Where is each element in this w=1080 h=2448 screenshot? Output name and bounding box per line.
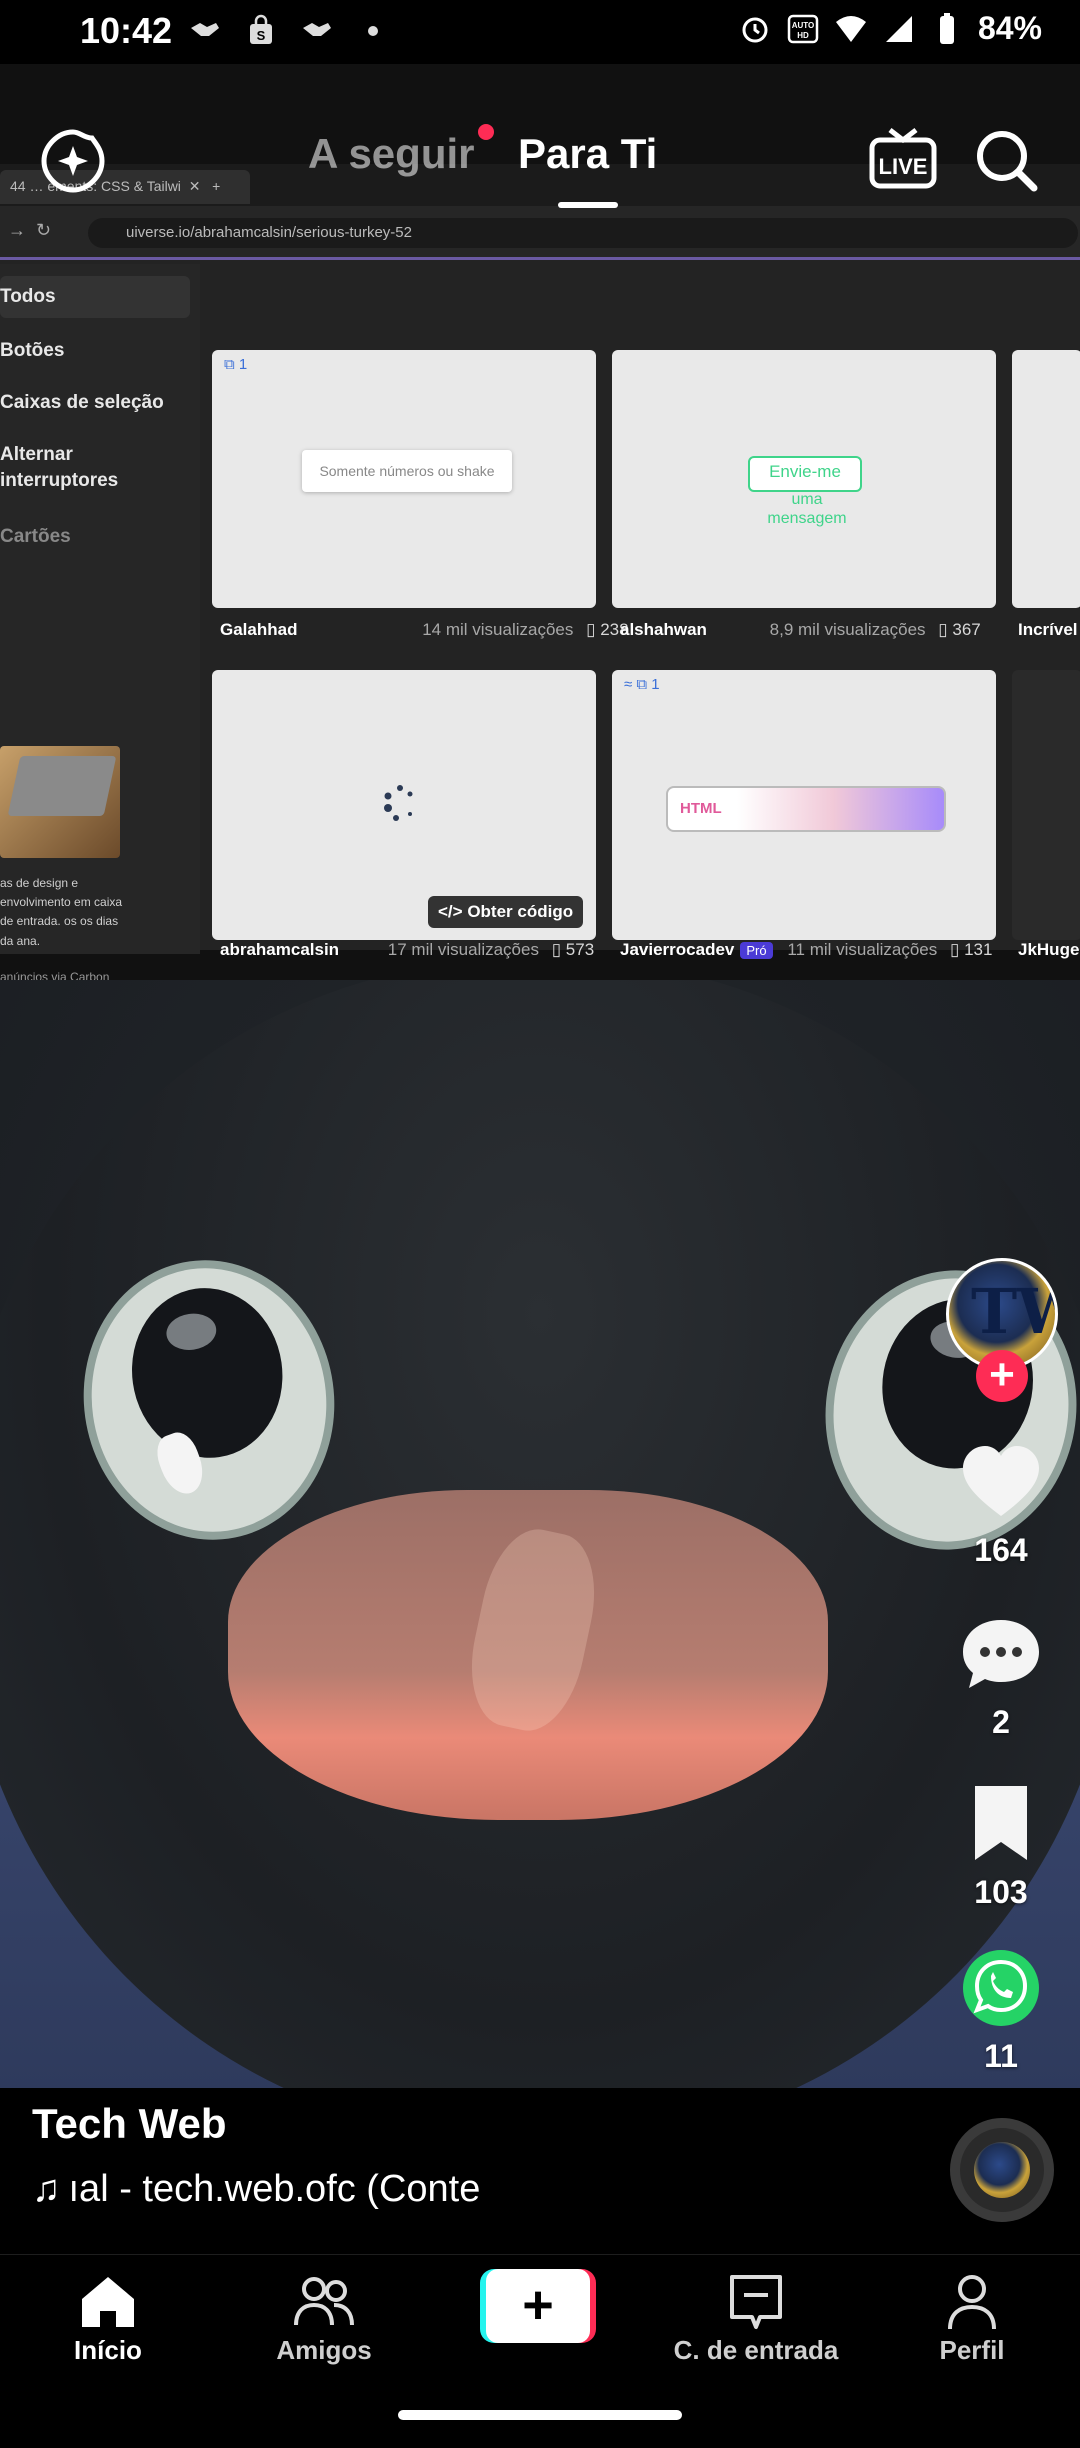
- demo-send-button: Envie-me: [748, 456, 862, 492]
- demo-send-subtext: uma mensagem: [767, 491, 847, 528]
- system-status: AUTO HD 84%: [738, 10, 1042, 47]
- following-notification-dot: [478, 124, 494, 140]
- wifi-icon: [835, 15, 866, 42]
- inbox-icon: [730, 2275, 782, 2329]
- tab-indicator: [558, 202, 618, 208]
- status-time: 10:42: [80, 10, 173, 51]
- browser-address-bar: → ↻ uiverse.io/abrahamcalsin/serious-tur…: [0, 206, 1080, 260]
- video-frame-penguin: [0, 980, 1080, 2088]
- home-icon: [82, 2277, 134, 2327]
- sidebar-item: Cartões: [0, 526, 71, 547]
- demo-input: Somente números ou shake: [302, 450, 512, 492]
- card-meta: Javierrocadev Pró 11 mil visualizações ▯ …: [620, 940, 993, 959]
- comment-button[interactable]: 2: [940, 1610, 1062, 1741]
- creator-username[interactable]: Tech Web: [32, 2100, 226, 2148]
- get-code-button[interactable]: </> Obter código: [428, 896, 584, 928]
- sidebar-item: Botões: [0, 340, 65, 361]
- loading-spinner-icon: [384, 785, 413, 821]
- dot-icon: [368, 26, 378, 36]
- status-bar: 10:42 S AUTO HD 84%: [0, 0, 1080, 64]
- alarm-icon: [742, 17, 768, 42]
- video-caption: Tech Web ♫ ıal - tech.web.ofc (Conte: [0, 2088, 1080, 2254]
- tab-for-you[interactable]: Para Ti: [518, 130, 657, 178]
- comment-count: 2: [992, 1704, 1010, 1740]
- music-label[interactable]: ♫ ıal - tech.web.ofc (Conte: [32, 2168, 502, 2211]
- share-button[interactable]: 11: [940, 1944, 1062, 2075]
- sparkle-add-icon[interactable]: [40, 128, 106, 194]
- demo-html-input: HTML: [666, 786, 946, 832]
- handshake-icon: [303, 23, 331, 36]
- penguin-beak: [228, 1490, 828, 1820]
- top-nav: A seguir Para Ti LIVE: [0, 64, 1080, 214]
- music-note-icon: ♫: [32, 2168, 61, 2210]
- component-card: [1012, 350, 1080, 608]
- handshake-icon: [191, 23, 219, 36]
- like-count: 164: [974, 1532, 1028, 1568]
- home-indicator[interactable]: [398, 2410, 682, 2420]
- bookmark-icon: [975, 1786, 1027, 1860]
- whatsapp-icon: [963, 1950, 1039, 2026]
- video-recording-frame: 44 … ements: CSS & Tailwi ✕ + → ↻ uivers…: [0, 164, 1080, 984]
- profile-icon: [948, 2275, 996, 2330]
- nav-friends[interactable]: Amigos: [224, 2271, 424, 2366]
- sidebar-item: Alternar interruptores: [0, 444, 119, 491]
- friends-icon: [294, 2277, 354, 2326]
- card-badge: ⧉ 1: [224, 356, 248, 373]
- ad-laptop-image: [7, 756, 117, 816]
- sidebar-item: Todos: [0, 276, 190, 318]
- nav-home[interactable]: Início: [8, 2271, 208, 2366]
- component-card: </> Obter código: [212, 670, 596, 940]
- tab-following[interactable]: A seguir: [308, 130, 474, 178]
- sidebar-item: Caixas de seleção: [0, 392, 164, 413]
- signal-icon: [885, 15, 912, 42]
- search-icon[interactable]: [972, 126, 1040, 194]
- battery-percent: 84%: [977, 10, 1042, 46]
- ad-text: as de design e envolvimento em caixa de …: [0, 876, 123, 948]
- card-badge: ≈ ⧉ 1: [624, 676, 660, 693]
- battery-icon: [939, 12, 954, 44]
- browser-url: uiverse.io/abrahamcalsin/serious-turkey-…: [88, 218, 1078, 248]
- component-card: ≈ ⧉ 1 HTML: [612, 670, 996, 940]
- nav-profile[interactable]: Perfil: [872, 2271, 1072, 2366]
- card-meta: alshahwan 8,9 mil visualizações ▯ 367: [620, 620, 981, 639]
- comment-icon: [963, 1620, 1039, 1688]
- plus-icon: +: [486, 2269, 590, 2343]
- card-meta: Galahhad 14 mil visualizações ▯ 238: [220, 620, 629, 639]
- svg-text:LIVE: LIVE: [879, 154, 928, 179]
- component-card: Envie-me uma mensagem: [612, 350, 996, 608]
- card-meta: JkHuge: [1018, 940, 1080, 959]
- like-button[interactable]: 164: [940, 1438, 1062, 1569]
- component-card: [1012, 670, 1080, 940]
- pro-badge: Pró: [740, 942, 773, 959]
- svg-text:HD: HD: [797, 31, 809, 40]
- music-disc[interactable]: [950, 2118, 1054, 2222]
- card-meta: abrahamcalsin 17 mil visualizações ▯ 573: [220, 940, 595, 959]
- browser-nav-icons: → ↻: [8, 220, 52, 240]
- video-player[interactable]: 44 … ements: CSS & Tailwi ✕ + → ↻ uivers…: [0, 64, 1080, 2088]
- create-button[interactable]: +: [480, 2269, 596, 2343]
- shopping-bag-icon: S: [250, 14, 272, 44]
- share-count: 11: [984, 2038, 1018, 2074]
- follow-button[interactable]: +: [976, 1350, 1028, 1402]
- notification-icons: S: [188, 14, 390, 48]
- heart-icon: [963, 1446, 1039, 1516]
- volte-icon: AUTOHD: [787, 14, 819, 43]
- card-meta: Incrível: [1018, 620, 1078, 639]
- svg-text:S: S: [257, 28, 266, 43]
- save-count: 103: [974, 1874, 1028, 1910]
- component-card: ⧉ 1 Somente números ou shake: [212, 350, 596, 608]
- save-button[interactable]: 103: [940, 1780, 1062, 1911]
- nav-inbox[interactable]: C. de entrada: [656, 2271, 856, 2366]
- svg-text:AUTO: AUTO: [792, 21, 815, 30]
- live-icon[interactable]: LIVE: [868, 126, 938, 192]
